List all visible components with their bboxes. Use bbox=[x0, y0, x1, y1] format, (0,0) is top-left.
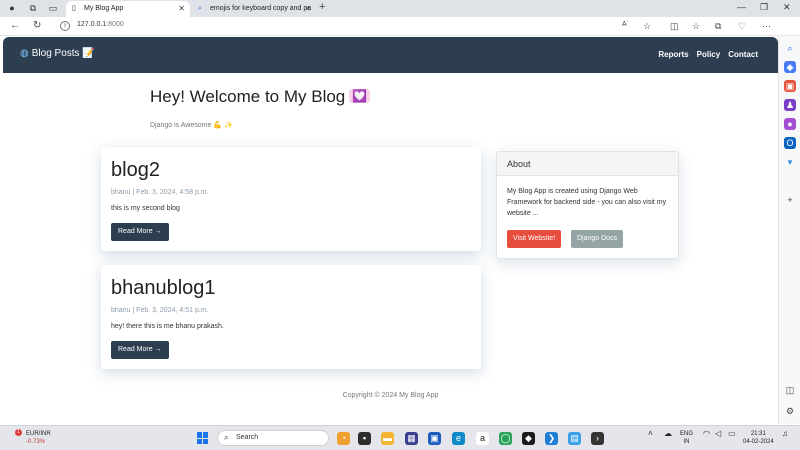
vscode-icon[interactable]: ❯ bbox=[545, 432, 558, 445]
new-tab-icon[interactable]: + bbox=[319, 1, 325, 13]
store-icon[interactable]: ▦ bbox=[405, 432, 418, 445]
file-explorer-icon[interactable]: ▬ bbox=[381, 432, 394, 445]
close-tab-icon[interactable]: ✕ bbox=[178, 1, 185, 17]
sidebar-panel: ⌕ ◆ ▣ ♟ ● O ▾ + ◫ ⚙ bbox=[778, 36, 800, 424]
edge-icon[interactable]: e bbox=[452, 432, 465, 445]
terminal-icon[interactable]: › bbox=[591, 432, 604, 445]
post-meta: bhanu | Feb. 3, 2024, 4:58 p.m. bbox=[111, 189, 209, 196]
notepad-icon[interactable]: ▤ bbox=[568, 432, 581, 445]
url-field[interactable]: 127.0.0.1:8000 bbox=[77, 21, 124, 28]
dropbox-icon[interactable]: ◆ bbox=[522, 432, 535, 445]
collections-icon[interactable]: ⧉ bbox=[715, 21, 721, 32]
browser-tab-bar: ● ⧉ ▭ ▯ My Blog App ✕ ⌕ emojis for keybo… bbox=[0, 0, 800, 17]
copilot-icon[interactable]: ◔ bbox=[337, 432, 350, 445]
post-card: blog2 bhanu | Feb. 3, 2024, 4:58 p.m. th… bbox=[101, 147, 481, 251]
outlook-icon[interactable]: O bbox=[784, 137, 796, 149]
taskbar-search[interactable]: ⌕ Search bbox=[217, 430, 329, 446]
task-view-icon[interactable]: ▪ bbox=[358, 432, 371, 445]
minimize-icon[interactable]: — bbox=[737, 2, 746, 12]
search-placeholder: Search bbox=[236, 434, 259, 441]
page-subtitle: Django is Awesome 💪 ✨ bbox=[150, 122, 233, 129]
tab-actions-icon[interactable]: ▭ bbox=[47, 3, 59, 14]
close-tab-icon[interactable]: ✕ bbox=[304, 1, 311, 17]
split-screen-icon[interactable]: ◫ bbox=[670, 21, 679, 32]
games-icon[interactable]: ♟ bbox=[784, 99, 796, 111]
wifi-icon[interactable]: ◠ bbox=[703, 430, 710, 438]
web-page: ◍ Blog Posts 📝 Reports Policy Contact Hey… bbox=[3, 37, 778, 424]
stock-widget[interactable]: 1 EUR/INR -0.73% bbox=[10, 429, 51, 446]
favorite-star-icon[interactable]: ☆ bbox=[643, 21, 651, 32]
tools-icon[interactable]: ▣ bbox=[784, 80, 796, 92]
nav-links: Reports Policy Contact bbox=[658, 50, 758, 59]
post-card: bhanublog1 bhanu | Feb. 3, 2024, 4:51 p.… bbox=[101, 265, 481, 369]
globe-icon: ◍ bbox=[20, 48, 29, 59]
notifications-bell-icon[interactable]: ♫ bbox=[782, 430, 788, 438]
volume-icon[interactable]: ◁ bbox=[715, 430, 721, 438]
read-more-button[interactable]: Read More → bbox=[111, 223, 169, 241]
favorites-icon[interactable]: ☆ bbox=[692, 21, 700, 32]
notification-badge: 1 bbox=[15, 429, 22, 436]
site-navbar: ◍ Blog Posts 📝 Reports Policy Contact bbox=[3, 37, 778, 73]
tab-title: emojis for keyboard copy and pa bbox=[210, 5, 312, 12]
tab-my-blog-app[interactable]: ▯ My Blog App ✕ bbox=[66, 1, 190, 17]
cloud-icon[interactable]: ☁ bbox=[664, 430, 672, 438]
ticker-change: -0.73% bbox=[26, 439, 46, 445]
heart-emoji-icon: 💟 bbox=[349, 89, 371, 103]
post-excerpt: this is my second blog bbox=[111, 205, 180, 212]
tab-title: My Blog App bbox=[84, 5, 124, 12]
brand-text: Blog Posts bbox=[31, 48, 80, 59]
battery-icon[interactable]: ▭ bbox=[728, 430, 736, 438]
restore-icon[interactable]: ❐ bbox=[760, 2, 768, 13]
sidebar-toggle-icon[interactable]: ◫ bbox=[784, 384, 796, 396]
shopping-icon[interactable]: ◆ bbox=[784, 61, 796, 73]
about-heading: About bbox=[497, 152, 678, 176]
search-icon[interactable]: ⌕ bbox=[784, 42, 796, 54]
chevron-up-icon[interactable]: ˄ bbox=[648, 430, 653, 438]
search-icon: ⌕ bbox=[198, 5, 202, 12]
about-text: My Blog App is created using Django Web … bbox=[507, 188, 667, 217]
nav-link-policy[interactable]: Policy bbox=[697, 50, 721, 59]
profile-icon[interactable]: ● bbox=[6, 3, 18, 14]
tab-emoji-search[interactable]: ⌕ emojis for keyboard copy and pa ✕ bbox=[192, 1, 316, 17]
browser-essentials-icon[interactable]: ♡ bbox=[738, 21, 746, 32]
drop-icon[interactable]: ▾ bbox=[784, 156, 796, 168]
post-title: bhanublog1 bbox=[111, 277, 216, 299]
nav-link-reports[interactable]: Reports bbox=[658, 50, 688, 59]
address-bar-row: ← ↻ i 127.0.0.1:8000 Aʾ ☆ ◫ ☆ ⧉ ♡ ⋯ bbox=[0, 17, 800, 36]
memo-emoji-icon: 📝 bbox=[82, 48, 95, 59]
clock[interactable]: 21:31 04-02-2024 bbox=[743, 430, 774, 446]
taskbar: 1 EUR/INR -0.73% ⌕ Search ◔ ▪ ▬ ▦ ▣ e a … bbox=[0, 425, 800, 450]
app-icon[interactable]: ▣ bbox=[428, 432, 441, 445]
nav-link-contact[interactable]: Contact bbox=[728, 50, 758, 59]
post-excerpt: hey! there this is me bhanu prakash. bbox=[111, 323, 224, 330]
back-icon[interactable]: ← bbox=[10, 20, 20, 31]
post-meta: bhanu | Feb. 3, 2024, 4:51 p.m. bbox=[111, 307, 209, 314]
footer-copyright: Copyright © 2024 My Blog App bbox=[342, 392, 439, 399]
brand-link[interactable]: ◍ Blog Posts 📝 bbox=[20, 48, 95, 59]
more-options-icon[interactable]: ⋯ bbox=[762, 21, 771, 32]
django-docs-button[interactable]: Django Docs bbox=[571, 230, 624, 248]
close-window-icon[interactable]: ✕ bbox=[783, 2, 791, 13]
workspaces-icon[interactable]: ⧉ bbox=[27, 3, 39, 14]
visit-website-button[interactable]: Visit Website! bbox=[507, 230, 562, 248]
post-title: blog2 bbox=[111, 159, 160, 181]
read-aloud-icon[interactable]: Aʾ bbox=[622, 21, 629, 28]
settings-gear-icon[interactable]: ⚙ bbox=[784, 405, 796, 417]
search-icon: ⌕ bbox=[224, 433, 229, 442]
ticker-name: EUR/INR bbox=[26, 431, 51, 437]
copilot-icon[interactable]: ● bbox=[784, 118, 796, 130]
page-title: Hey! Welcome to My Blog 💟 bbox=[150, 87, 371, 107]
start-button-icon[interactable] bbox=[197, 432, 209, 444]
circle-app-icon[interactable]: ◯ bbox=[499, 432, 512, 445]
add-icon[interactable]: + bbox=[784, 194, 796, 206]
language-indicator[interactable]: ENG IN bbox=[680, 430, 693, 446]
amazon-icon[interactable]: a bbox=[476, 432, 489, 445]
about-card: About My Blog App is created using Djang… bbox=[496, 151, 679, 259]
site-info-icon[interactable]: i bbox=[60, 21, 70, 31]
read-more-button[interactable]: Read More → bbox=[111, 341, 169, 359]
refresh-icon[interactable]: ↻ bbox=[33, 20, 41, 31]
page-icon: ▯ bbox=[72, 5, 76, 12]
